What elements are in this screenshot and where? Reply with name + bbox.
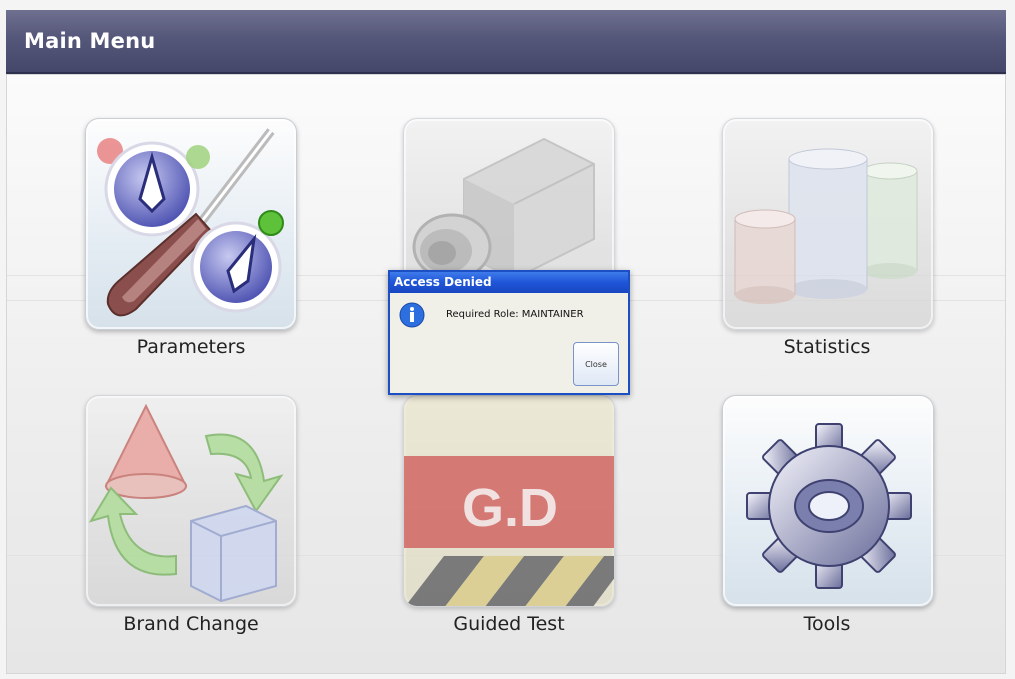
tools-button[interactable] [722,395,934,607]
title-bar: Main Menu [6,10,1006,74]
brand-change-label: Brand Change [123,613,259,635]
cone-cube-arrows-icon [88,403,284,603]
gd-badge-icon: G.D [404,396,614,606]
cylinders-icon [734,148,918,304]
dialog-message: Required Role: MAINTAINER [446,309,584,320]
gear-icon [746,423,912,589]
statistics-button[interactable] [722,118,934,330]
statistics-label: Statistics [783,336,871,358]
close-button[interactable]: Close [573,342,619,386]
dialog-title: Access Denied [390,272,628,293]
window-title: Main Menu [24,29,156,53]
guided-test-button[interactable]: G.D [403,395,615,607]
guided-test-label: Guided Test [453,613,565,635]
screwdriver-dials-icon [97,128,284,317]
tools-label: Tools [803,613,851,635]
parameters-button[interactable] [85,118,297,330]
brand-change-button[interactable] [85,395,297,607]
parameters-label: Parameters [136,336,246,358]
gd-badge-text: G.D [462,478,558,538]
info-icon [399,302,425,328]
access-denied-dialog: Access Denied Required Role: MAINTAINER … [388,270,630,395]
